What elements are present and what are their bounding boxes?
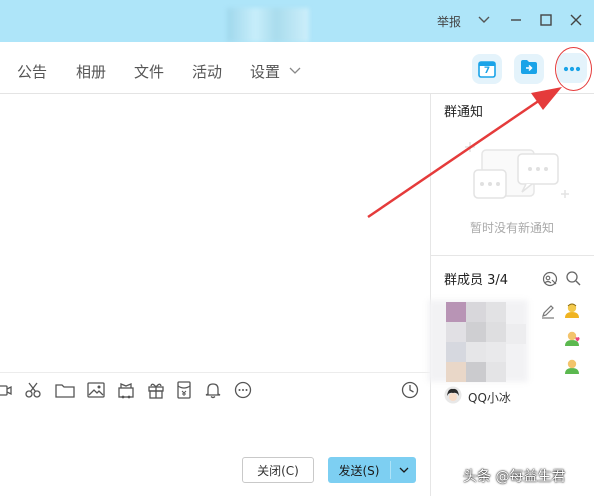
notice-title: 群通知 xyxy=(444,105,484,120)
send-button[interactable]: 发送(S) xyxy=(328,457,390,483)
panel-divider xyxy=(430,94,431,496)
tab-files[interactable]: 文件 xyxy=(134,61,164,82)
member-name: QQ小冰 xyxy=(468,390,511,405)
video-icon[interactable] xyxy=(0,380,14,400)
members-title: 群成员 3/4 xyxy=(444,273,509,288)
calendar-day: 7 xyxy=(483,66,491,76)
tab-album[interactable]: 相册 xyxy=(76,61,106,82)
tab-announcement[interactable]: 公告 xyxy=(17,61,47,82)
edit-pencil-icon[interactable] xyxy=(539,302,557,320)
chevron-down-icon[interactable] xyxy=(474,10,494,30)
calendar-button[interactable]: 7 xyxy=(472,54,502,84)
bell-icon[interactable] xyxy=(203,380,223,400)
history-clock-icon[interactable] xyxy=(400,380,420,400)
search-icon[interactable] xyxy=(564,269,582,287)
owner-role-icon xyxy=(563,301,581,319)
avatar xyxy=(444,386,462,408)
tab-bar: 公告 相册 文件 活动 设置 7 xyxy=(0,42,594,94)
chevron-down-icon xyxy=(399,463,409,478)
send-options-button[interactable] xyxy=(391,457,416,483)
annotation-circle xyxy=(555,47,592,91)
folder-icon[interactable] xyxy=(55,380,75,400)
composer-divider xyxy=(0,372,430,373)
admin-role-icon xyxy=(563,329,581,347)
share-screen-button[interactable] xyxy=(514,54,544,84)
gift-box-icon[interactable] xyxy=(116,380,136,400)
minimize-icon[interactable] xyxy=(506,10,526,30)
empty-notice-text: 暂时没有新通知 xyxy=(470,221,555,235)
blurred-group-name xyxy=(227,8,309,42)
title-bar: 举报 xyxy=(0,0,594,42)
red-packet-icon[interactable] xyxy=(174,380,194,400)
maximize-icon[interactable] xyxy=(536,10,556,30)
chevron-down-icon[interactable] xyxy=(289,64,301,79)
share-screen-icon xyxy=(520,59,538,79)
member-row-bot[interactable]: QQ小冰 xyxy=(444,386,511,408)
image-icon[interactable] xyxy=(86,380,106,400)
blurred-member-list xyxy=(428,300,528,382)
report-button[interactable]: 举报 xyxy=(437,13,461,30)
section-divider xyxy=(431,255,594,256)
empty-notice-illustration xyxy=(460,136,570,220)
scissors-icon[interactable] xyxy=(23,380,43,400)
watermark: 头条 @每益生君 xyxy=(463,469,566,485)
more-circle-icon[interactable] xyxy=(233,380,253,400)
tab-activities[interactable]: 活动 xyxy=(192,61,222,82)
gift-icon[interactable] xyxy=(146,380,166,400)
send-button-group: 发送(S) xyxy=(328,457,416,483)
calendar-icon: 7 xyxy=(478,60,496,78)
invite-member-icon[interactable] xyxy=(541,270,559,288)
tab-settings[interactable]: 设置 xyxy=(250,61,280,82)
close-button[interactable]: 关闭(C) xyxy=(242,457,314,483)
member-role-icon xyxy=(563,357,581,375)
close-icon[interactable] xyxy=(566,10,586,30)
